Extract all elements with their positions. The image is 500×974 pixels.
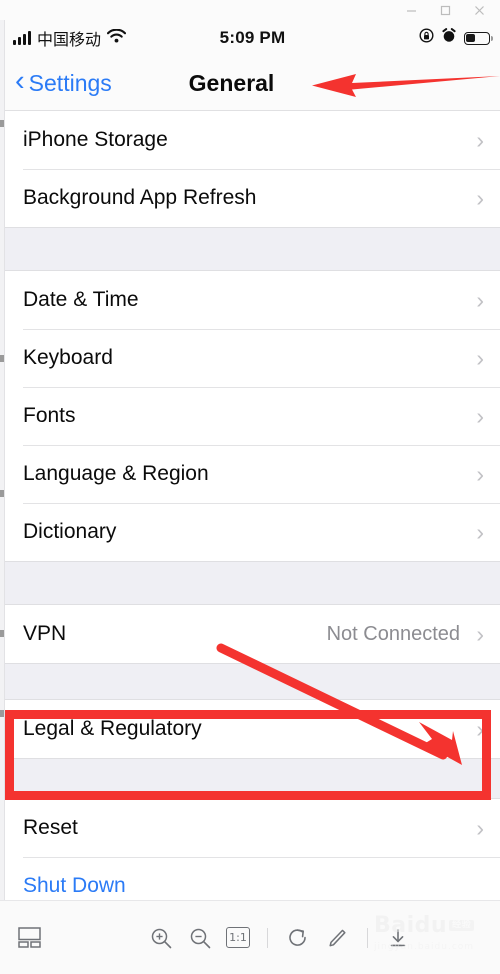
phone-screenshot: 中国移动 5:09 PM ‹ Settings General iPhone S… [5,20,500,900]
chevron-right-icon: › [476,460,484,487]
chevron-right-icon: › [476,184,484,211]
row-reset[interactable]: Reset › [5,799,500,857]
navigation-bar: ‹ Settings General [5,56,500,111]
watermark-main-text: Baidu [374,913,448,938]
zoom-in-icon[interactable] [148,925,174,951]
chevron-right-icon: › [476,286,484,313]
edge-mark [0,120,4,127]
toolbar-center: 1:1 [148,925,411,951]
alarm-clock-icon [442,28,456,48]
row-vpn[interactable]: VPN Not Connected › [5,605,500,663]
window-controls [394,0,496,20]
row-label: VPN [23,622,67,645]
group-separator [5,561,500,605]
row-keyboard[interactable]: Keyboard › [5,329,500,387]
settings-group: VPN Not Connected › [5,605,500,663]
row-label: Keyboard [23,346,113,369]
minimize-button[interactable] [394,0,428,20]
page-title: General [188,69,275,96]
watermark-sub-text: jingyan.baidu.com [374,942,475,952]
settings-group: Date & Time › Keyboard › Fonts › Languag… [5,271,500,561]
zoom-out-icon[interactable] [187,925,213,951]
chevron-right-icon: › [476,715,484,742]
edge-mark [0,355,4,362]
pencil-edit-icon[interactable] [324,925,350,951]
row-label: Fonts [23,404,76,427]
edge-mark [0,710,4,717]
row-label: Date & Time [23,288,139,311]
window-titlebar [0,0,500,20]
row-label: Language & Region [23,462,209,485]
maximize-button[interactable] [428,0,462,20]
row-label: Legal & Regulatory [23,717,202,740]
row-label: Shut Down [23,874,126,897]
chevron-right-icon: › [476,814,484,841]
row-label: Dictionary [23,520,117,543]
settings-group: Legal & Regulatory › [5,700,500,758]
settings-list: iPhone Storage › Background App Refresh … [5,111,500,900]
group-separator [5,663,500,700]
chevron-right-icon: › [476,344,484,371]
chevron-right-icon: › [476,620,484,647]
row-value-vpn-status: Not Connected [326,622,460,645]
toolbar-divider [367,927,368,948]
row-label: Background App Refresh [23,186,257,209]
row-iphone-storage[interactable]: iPhone Storage › [5,111,500,169]
rotation-lock-icon [419,28,434,48]
background-window-edge [0,0,5,920]
group-separator [5,758,500,799]
rotate-right-icon[interactable] [285,925,311,951]
row-label: Reset [23,816,78,839]
viewer-toolbar: 1:1 Baidu 经验 jingyan.baidu.com [0,900,500,974]
row-label: iPhone Storage [23,128,168,151]
app-window: 中国移动 5:09 PM ‹ Settings General iPhone S… [0,0,500,974]
chevron-right-icon: › [476,518,484,545]
row-language-and-region[interactable]: Language & Region › [5,445,500,503]
close-button[interactable] [462,0,496,20]
row-fonts[interactable]: Fonts › [5,387,500,445]
toolbar-divider [267,927,268,948]
edge-mark [0,630,4,637]
edge-mark [0,490,4,497]
actual-size-button[interactable]: 1:1 [226,927,250,948]
toolbar-left [16,925,42,951]
watermark-badge: 经验 [449,920,475,931]
row-background-app-refresh[interactable]: Background App Refresh › [5,169,500,227]
row-shut-down[interactable]: Shut Down [5,857,500,900]
settings-group: Reset › Shut Down [5,799,500,900]
row-legal-and-regulatory[interactable]: Legal & Regulatory › [5,700,500,758]
baidu-watermark: Baidu 经验 jingyan.baidu.com [374,915,492,961]
battery-icon [464,31,493,45]
settings-group: iPhone Storage › Background App Refresh … [5,111,500,227]
status-bar-right [419,28,493,48]
row-dictionary[interactable]: Dictionary › [5,503,500,561]
group-separator [5,227,500,271]
chevron-right-icon: › [476,402,484,429]
status-bar: 中国移动 5:09 PM [5,20,500,56]
chevron-right-icon: › [476,126,484,153]
row-date-and-time[interactable]: Date & Time › [5,271,500,329]
page-layout-icon[interactable] [16,925,42,951]
